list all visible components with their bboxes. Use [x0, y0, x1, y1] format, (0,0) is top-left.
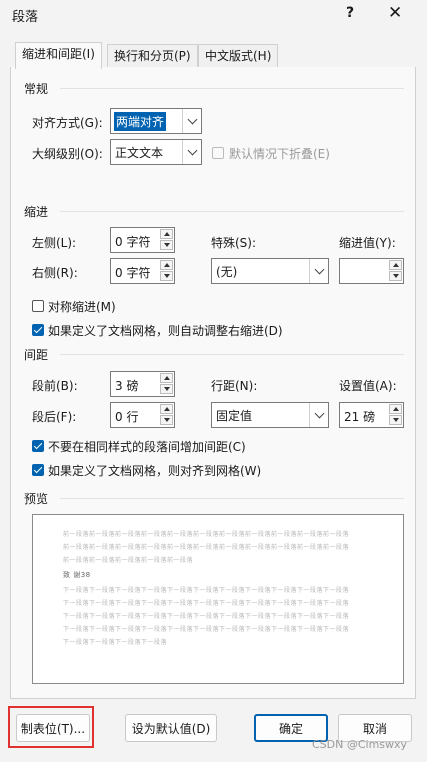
- dialog-title: 段落: [12, 10, 39, 25]
- paragraph-preview: 前一段落前一段落前一段落前一段落前一段落前一段落前一段落前一段落前一段落前一段落…: [32, 514, 404, 684]
- collapse-label: 默认情况下折叠(E): [229, 147, 330, 161]
- general-divider: [60, 88, 404, 89]
- spacing-after-spinner[interactable]: 0 行: [110, 402, 175, 428]
- spacing-before-value: 3 磅: [115, 379, 139, 393]
- spin-up-icon[interactable]: [160, 229, 173, 239]
- close-button[interactable]: ✕: [388, 3, 402, 23]
- chevron-down-icon: [309, 403, 328, 427]
- help-button[interactable]: ?: [346, 5, 354, 21]
- preview-line: 下一段落下一段落下一段落下一段落下一段落下一段落下一段落下一段落下一段落下一段落…: [63, 626, 350, 633]
- right-indent-label: 右侧(R):: [32, 266, 78, 280]
- line-spacing-select[interactable]: 固定值: [211, 402, 329, 428]
- spin-down-icon[interactable]: [389, 415, 402, 425]
- preview-line: 下一段落下一段落下一段落下一段落下一段落下一段落下一段落下一段落下一段落下一段落…: [63, 587, 350, 594]
- spin-up-icon[interactable]: [389, 404, 402, 414]
- spacing-section-header: 间距: [24, 348, 49, 362]
- outline-level-value: 正文文本: [115, 146, 164, 160]
- spin-down-icon[interactable]: [160, 384, 173, 394]
- left-indent-label: 左侧(L):: [32, 236, 77, 250]
- alignment-label: 对齐方式(G):: [32, 116, 103, 130]
- outline-level-label: 大纲级别(O):: [32, 147, 103, 161]
- chevron-down-icon: [309, 259, 328, 283]
- indent-by-spinner[interactable]: [339, 258, 404, 284]
- preview-line: 前一段落前一段落前一段落前一段落前一段落前一段落前一段落前一段落前一段落前一段落…: [63, 531, 350, 538]
- tab-indents-spacing[interactable]: 缩进和间距(I): [15, 42, 102, 69]
- indent-section-header: 缩进: [24, 205, 49, 219]
- right-indent-spinner[interactable]: 0 字符: [110, 258, 175, 284]
- preview-divider: [60, 498, 404, 499]
- spin-up-icon[interactable]: [389, 260, 402, 270]
- preview-line: 前一段落前一段落前一段落前一段落前一段落: [63, 557, 194, 564]
- line-spacing-label: 行距(N):: [211, 379, 258, 393]
- spacing-after-value: 0 行: [115, 410, 139, 424]
- no-space-same-style-checkbox[interactable]: [32, 440, 44, 452]
- collapse-checkbox[interactable]: [212, 147, 224, 159]
- preview-line: 下一段落下一段落下一段落下一段落下一段落下一段落下一段落下一段落下一段落下一段落…: [63, 600, 350, 607]
- spacing-after-label: 段后(F):: [32, 410, 77, 424]
- chevron-down-icon: [182, 109, 201, 133]
- special-indent-select[interactable]: (无): [211, 258, 329, 284]
- spin-down-icon[interactable]: [389, 271, 402, 281]
- snap-to-grid-label: 如果定义了文档网格，则对齐到网格(W): [48, 464, 262, 478]
- tab-asian-typography[interactable]: 中文版式(H): [198, 44, 279, 68]
- general-section-header: 常规: [24, 82, 49, 96]
- chevron-down-icon: [182, 140, 201, 164]
- spin-up-icon[interactable]: [160, 404, 173, 414]
- spacing-divider: [60, 354, 404, 355]
- alignment-select[interactable]: 两端对齐: [110, 108, 202, 134]
- right-indent-value: 0 字符: [115, 266, 151, 280]
- spin-up-icon[interactable]: [160, 260, 173, 270]
- auto-adjust-indent-checkbox[interactable]: [32, 324, 44, 336]
- spin-down-icon[interactable]: [160, 415, 173, 425]
- left-indent-value: 0 字符: [115, 235, 151, 249]
- preview-line: 下一段落下一段落下一段落下一段落: [63, 639, 168, 646]
- spacing-before-spinner[interactable]: 3 磅: [110, 371, 175, 397]
- special-indent-label: 特殊(S):: [211, 236, 257, 250]
- spin-down-icon[interactable]: [160, 240, 173, 250]
- no-space-same-style-label: 不要在相同样式的段落间增加间距(C): [48, 440, 246, 454]
- indent-by-label: 缩进值(Y):: [339, 236, 396, 250]
- preview-line: 前一段落前一段落前一段落前一段落前一段落前一段落前一段落前一段落前一段落前一段落…: [63, 544, 350, 551]
- snap-to-grid-checkbox[interactable]: [32, 464, 44, 476]
- indent-divider: [60, 211, 404, 212]
- preview-line: 下一段落下一段落下一段落下一段落下一段落下一段落下一段落下一段落下一段落下一段落…: [63, 613, 350, 620]
- spacing-at-value: 21 磅: [344, 410, 376, 424]
- tab-line-page-breaks[interactable]: 换行和分页(P): [107, 44, 198, 68]
- spin-down-icon[interactable]: [160, 271, 173, 281]
- alignment-value: 两端对齐: [114, 112, 167, 131]
- special-indent-value: (无): [216, 265, 238, 279]
- mirror-indent-checkbox[interactable]: [32, 300, 44, 312]
- spin-up-icon[interactable]: [160, 373, 173, 383]
- preview-section-header: 预览: [24, 492, 49, 506]
- set-default-button[interactable]: 设为默认值(D): [125, 714, 217, 742]
- outline-level-select[interactable]: 正文文本: [110, 139, 202, 165]
- spacing-at-label: 设置值(A):: [339, 379, 397, 393]
- highlight-box: [8, 706, 94, 748]
- preview-current-line: 致 谢38: [63, 571, 91, 579]
- spacing-before-label: 段前(B):: [32, 379, 78, 393]
- left-indent-spinner[interactable]: 0 字符: [110, 227, 175, 253]
- spacing-at-spinner[interactable]: 21 磅: [339, 402, 404, 428]
- auto-adjust-indent-label: 如果定义了文档网格，则自动调整右缩进(D): [48, 324, 283, 338]
- mirror-indent-label: 对称缩进(M): [48, 300, 116, 314]
- paragraph-dialog: 段落 ? ✕ 缩进和间距(I) 换行和分页(P) 中文版式(H) 常规 对齐方式…: [0, 0, 427, 762]
- line-spacing-value: 固定值: [216, 409, 253, 423]
- watermark: CSDN @Cimswxy: [312, 738, 408, 751]
